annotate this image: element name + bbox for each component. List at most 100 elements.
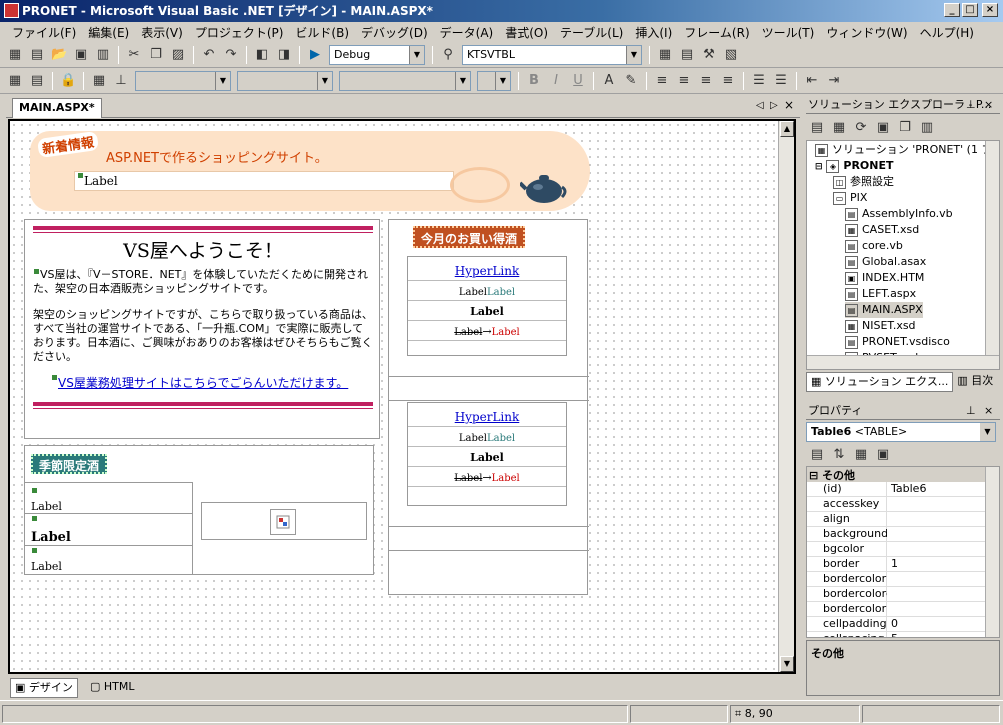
tree-solution-root[interactable]: ▦ ソリューション 'PRONET' (1 プロ (815, 142, 999, 158)
tree-item[interactable]: ▤ PRONET.vsdisco (845, 334, 950, 350)
scroll-down-icon[interactable]: ▼ (780, 656, 794, 672)
save-all-icon[interactable]: ▥ (95, 47, 111, 63)
business-site-link[interactable]: VS屋業務処理サイトはこちらでごらんいただけます。 (51, 374, 348, 391)
tree-item[interactable]: ▤ AssemblyInfo.vb (845, 206, 953, 222)
property-value[interactable]: 5 (887, 632, 999, 637)
toolbox-icon[interactable]: ⚒ (701, 47, 717, 63)
properties-icon[interactable]: ▤ (679, 47, 695, 63)
product-new-price[interactable]: Label (492, 473, 520, 484)
product-new-price[interactable]: Label (492, 327, 520, 338)
property-row[interactable]: bordercolorligl (807, 602, 999, 617)
font-name-select[interactable]: ▼ (237, 70, 333, 91)
product-hyperlink[interactable]: HyperLink (455, 410, 520, 424)
product-old-price[interactable]: Label (454, 327, 482, 338)
property-row[interactable]: bordercolordar (807, 587, 999, 602)
navigate-forward-icon[interactable]: ◨ (276, 47, 292, 63)
menu-item[interactable]: ツール(T) (756, 24, 821, 41)
panel-close-icon[interactable]: × (984, 96, 993, 113)
refresh-icon[interactable]: ⟳ (853, 120, 869, 136)
block-format-select[interactable]: ▼ (135, 70, 231, 91)
view-code-icon[interactable]: ▤ (809, 120, 825, 136)
tree-item[interactable]: ▣ INDEX.HTM (845, 270, 924, 286)
object-select-arrow-icon[interactable]: ▼ (980, 423, 995, 441)
copy-project-icon[interactable]: ▣ (875, 120, 891, 136)
minimize-button[interactable]: _ (944, 3, 960, 17)
product-label-b[interactable]: Label (487, 433, 515, 444)
property-row[interactable]: border 1 (807, 557, 999, 572)
tab-design-view[interactable]: ▣ デザイン (10, 678, 78, 698)
design-surface[interactable]: ▲ ▼ 新着情報 ASP.NETで作るショッピングサイト。 Label VS屋へ… (8, 119, 796, 674)
menu-item[interactable]: デバッグ(D) (355, 24, 434, 41)
tab-scroll-right-icon[interactable]: ▷ (770, 100, 778, 111)
justify-icon[interactable]: ≡ (720, 73, 736, 89)
property-value[interactable]: Table6 (887, 482, 999, 496)
tree-item[interactable]: ▤ core.vb (845, 238, 903, 254)
property-row[interactable]: (id) Table6 (807, 482, 999, 497)
product-label-b[interactable]: Label (487, 287, 515, 298)
grid-icon[interactable]: ▤ (29, 73, 45, 89)
seasonal-label-2[interactable]: Label (31, 515, 71, 545)
menu-item[interactable]: データ(A) (434, 24, 500, 41)
property-row[interactable]: align (807, 512, 999, 527)
show-all-files-icon[interactable]: ❐ (897, 120, 913, 136)
italic-icon[interactable]: I (548, 73, 564, 89)
tab-solution-explorer[interactable]: ▦ ソリューション エクス... (806, 372, 954, 392)
align-right-icon[interactable]: ≡ (698, 73, 714, 89)
object-select[interactable]: Table6 <TABLE> ▼ (806, 422, 996, 442)
bullet-list-icon[interactable]: ☰ (773, 73, 789, 89)
property-row[interactable]: background (807, 527, 999, 542)
class-view-icon[interactable]: ▧ (723, 47, 739, 63)
tab-scroll-left-icon[interactable]: ◁ (756, 100, 764, 111)
tab-close-icon[interactable]: × (784, 98, 794, 112)
product-label-a[interactable]: Label (459, 433, 487, 444)
find-select[interactable]: KTSVTBL ▼ (462, 44, 642, 65)
tree-item[interactable]: ▦ NISET.xsd (845, 318, 916, 334)
property-value[interactable] (887, 602, 999, 616)
fore-color-icon[interactable]: A (601, 73, 617, 89)
underline-icon[interactable]: U (570, 73, 586, 89)
numbered-list-icon[interactable]: ☰ (751, 73, 767, 89)
tree-item[interactable]: ▤ LEFT.aspx (845, 286, 916, 302)
tree-vscroll[interactable] (985, 141, 999, 357)
properties-tab-icon[interactable]: ▦ (853, 447, 869, 463)
lock-icon[interactable]: 🔒 (60, 73, 76, 89)
property-value[interactable] (887, 497, 999, 511)
property-vscroll[interactable] (985, 467, 999, 637)
product-name-label[interactable]: Label (470, 305, 504, 318)
close-button[interactable]: × (982, 3, 998, 17)
property-value[interactable] (887, 542, 999, 556)
product-name-label[interactable]: Label (470, 451, 504, 464)
product-old-price[interactable]: Label (454, 473, 482, 484)
pin-icon[interactable]: ⊥ (966, 96, 976, 113)
property-row[interactable]: bgcolor (807, 542, 999, 557)
bold-icon[interactable]: B (526, 73, 542, 89)
tree-item[interactable]: ◫ 参照設定 (833, 174, 894, 190)
property-value[interactable]: 1 (887, 557, 999, 571)
collapse-icon[interactable]: ⊟ (809, 469, 818, 482)
seasonal-label-3[interactable]: Label (31, 547, 62, 573)
align-center-icon[interactable]: ≡ (676, 73, 692, 89)
view-designer-icon[interactable]: ▦ (831, 120, 847, 136)
align-icon[interactable]: ⊥ (113, 73, 129, 89)
cut-icon[interactable]: ✂ (126, 47, 142, 63)
start-icon[interactable]: ▶ (307, 47, 323, 63)
price-arrow[interactable]: → (482, 325, 491, 338)
design-mode-icon[interactable]: ▦ (7, 73, 23, 89)
menu-item[interactable]: ウィンドウ(W) (820, 24, 913, 41)
indent-icon[interactable]: ⇥ (826, 73, 842, 89)
scroll-up-icon[interactable]: ▲ (780, 121, 794, 137)
tree-item[interactable]: ▤ MAIN.ASPX (845, 302, 923, 318)
show-grid-icon[interactable]: ▦ (91, 73, 107, 89)
alphabetical-icon[interactable]: ⇅ (831, 447, 847, 463)
menu-item[interactable]: フレーム(R) (678, 24, 755, 41)
tab-html-view[interactable]: ▢ HTML (86, 678, 139, 698)
back-color-icon[interactable]: ✎ (623, 73, 639, 89)
image-placeholder-icon[interactable] (270, 509, 296, 535)
menu-item[interactable]: ヘルプ(H) (914, 24, 980, 41)
property-value[interactable] (887, 527, 999, 541)
property-pages-icon[interactable]: ▣ (875, 447, 891, 463)
align-left-icon[interactable]: ≡ (654, 73, 670, 89)
navigate-back-icon[interactable]: ◧ (254, 47, 270, 63)
redo-icon[interactable]: ↷ (223, 47, 239, 63)
seasonal-label-1[interactable]: Label (31, 487, 62, 513)
